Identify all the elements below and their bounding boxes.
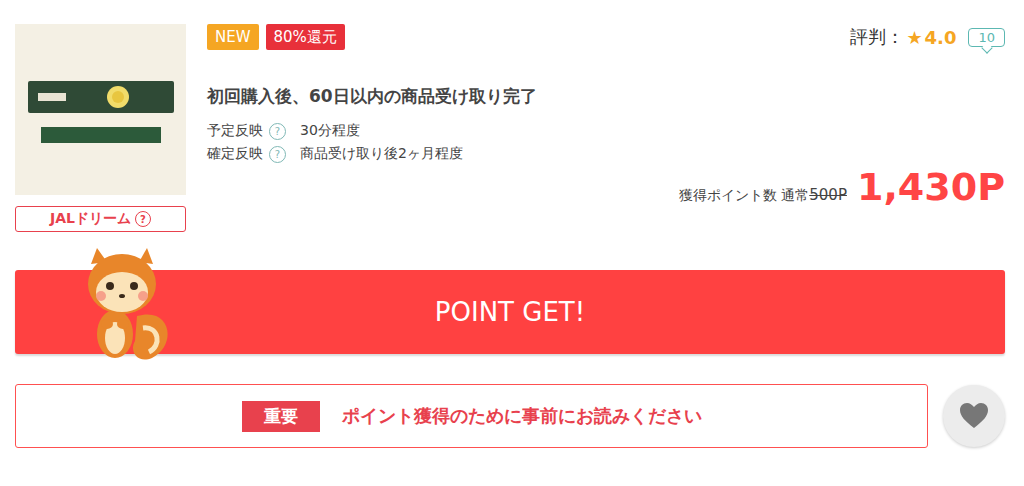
jal-dream-button[interactable]: JALドリーム? xyxy=(15,206,186,232)
product-bar-icon xyxy=(26,77,176,117)
important-tag: 重要 xyxy=(242,401,320,432)
schedule-value: 30分程度 xyxy=(300,122,360,140)
rating-score: 4.0 xyxy=(925,27,957,48)
favorite-button[interactable] xyxy=(943,385,1005,447)
offer-badge: 80%還元 xyxy=(266,24,345,50)
notice-row: 重要ポイント獲得のために事前にお読みください xyxy=(15,384,1005,448)
review-count[interactable]: 10 xyxy=(968,28,1005,47)
schedule: 予定反映? 30分程度確定反映? 商品受け取り後2ヶ月程度 xyxy=(207,122,1005,163)
rating: 評判：★4.0 10 xyxy=(850,24,1005,49)
notice-text: ポイント獲得のために事前にお読みください xyxy=(342,404,702,428)
cta-area: POINT GET! xyxy=(15,270,1005,354)
help-icon[interactable]: ? xyxy=(269,123,286,140)
schedule-label: 確定反映 xyxy=(207,145,263,163)
banner-image[interactable] xyxy=(15,24,186,195)
squirrel-mascot-icon xyxy=(77,246,173,364)
help-icon[interactable]: ? xyxy=(135,211,151,227)
points-label-group: 獲得ポイント数 通常500P xyxy=(679,186,847,205)
schedule-row: 予定反映? 30分程度 xyxy=(207,122,1005,140)
schedule-row: 確定反映? 商品受け取り後2ヶ月程度 xyxy=(207,145,1005,163)
important-notice[interactable]: 重要ポイント獲得のために事前にお読みください xyxy=(15,384,928,448)
points-label: 獲得ポイント数 通常 xyxy=(679,187,809,203)
help-icon[interactable]: ? xyxy=(269,146,286,163)
points: 獲得ポイント数 通常500P 1,430P xyxy=(207,165,1005,209)
rating-label: 評判： xyxy=(850,25,904,49)
offer-header: JALドリーム? NEW 80%還元 評判：★4.0 10 初回購入後、60日以内の商品受… xyxy=(15,24,1005,232)
schedule-label: 予定反映 xyxy=(207,122,263,140)
detail-button-icon xyxy=(41,127,161,143)
badges: NEW 80%還元 xyxy=(207,24,345,50)
schedule-value: 商品受け取り後2ヶ月程度 xyxy=(300,145,463,163)
bonus-points: 1,430P xyxy=(857,165,1005,209)
badge-row: NEW 80%還元 評判：★4.0 10 xyxy=(207,24,1005,50)
offer-badge: NEW xyxy=(207,24,259,50)
thumbnail-column: JALドリーム? xyxy=(15,24,186,232)
jal-dream-label: JALドリーム xyxy=(50,210,131,228)
offer-info: NEW 80%還元 評判：★4.0 10 初回購入後、60日以内の商品受け取り完了予定反… xyxy=(207,24,1005,232)
regular-points: 500P xyxy=(809,186,847,204)
heart-icon xyxy=(959,402,989,430)
offer-title: 初回購入後、60日以内の商品受け取り完了 xyxy=(207,85,1005,108)
star-icon: ★ xyxy=(906,27,922,48)
